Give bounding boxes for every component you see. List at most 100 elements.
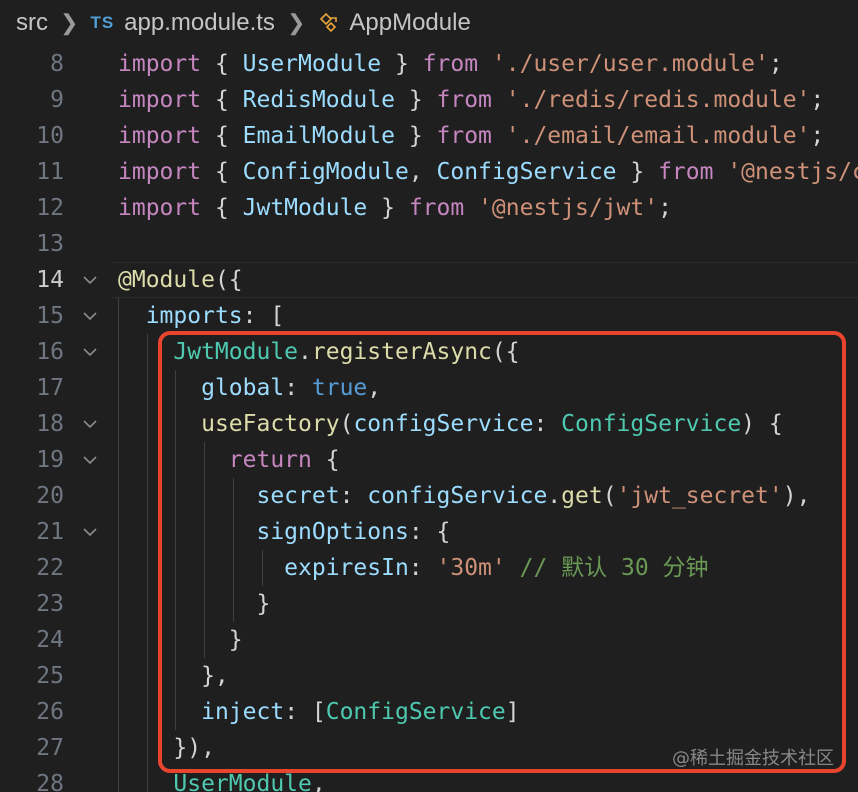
code-token: : [ [242, 303, 285, 329]
code-text: import { EmailModule } from './email/ema… [118, 118, 824, 154]
code-token: './redis/redis.module' [505, 87, 811, 113]
line-number: 10 [36, 123, 64, 149]
code-token: { [201, 87, 243, 113]
line-number: 8 [50, 51, 64, 77]
fold-chevron-icon[interactable] [82, 524, 98, 540]
code-token: import [118, 195, 202, 221]
code-token: } [381, 51, 423, 77]
typescript-file-icon: TS [90, 13, 115, 32]
code-text: imports: [ [118, 298, 284, 334]
code-token: { [228, 267, 243, 293]
fold-chevron-icon[interactable] [82, 344, 98, 360]
code-token: from [422, 51, 479, 77]
code-text: import { JwtModule } from '@nestjs/jwt'; [118, 190, 672, 226]
line-number: 18 [36, 411, 64, 437]
code-line[interactable]: 12 import { JwtModule } from '@nestjs/jwt… [0, 190, 858, 226]
symbol-class-icon [320, 12, 338, 33]
breadcrumb-file[interactable]: app.module.ts [124, 9, 275, 37]
line-number: 24 [36, 627, 64, 653]
code-token: './user/user.module' [491, 51, 769, 77]
fold-chevron-icon[interactable] [82, 452, 98, 468]
code-token: JwtModule [242, 195, 368, 221]
line-number: 9 [50, 87, 64, 113]
line-number: 21 [36, 519, 64, 545]
line-number: 27 [36, 735, 64, 761]
code-token: { [201, 51, 243, 77]
code-token: { [201, 123, 243, 149]
code-token: '@nestjs/jwt' [478, 195, 659, 221]
code-token: ; [810, 87, 825, 113]
code-line[interactable]: 14 @Module({ [0, 262, 858, 298]
code-token: ; [768, 51, 783, 77]
code-token: ; [810, 123, 825, 149]
line-number: 11 [36, 159, 64, 185]
code-token: from [436, 87, 492, 113]
code-token: , [311, 771, 326, 792]
code-text: import { UserModule } from './user/user.… [118, 46, 783, 82]
code-token: '@nestjs/config' [727, 159, 858, 185]
code-token: import [118, 159, 202, 185]
breadcrumb-folder[interactable]: src [16, 9, 48, 37]
code-token: from [408, 195, 465, 221]
code-token: from [436, 123, 492, 149]
line-number: 25 [36, 663, 64, 689]
breadcrumb-symbol[interactable]: AppModule [349, 9, 470, 37]
code-token: } [394, 123, 437, 149]
line-number: 20 [36, 483, 64, 509]
line-number: 13 [36, 231, 64, 257]
line-number: 19 [36, 447, 64, 473]
code-token: ( [214, 267, 229, 293]
fold-chevron-icon[interactable] [82, 272, 98, 288]
fold-chevron-icon[interactable] [82, 416, 98, 432]
code-token: { [201, 195, 243, 221]
highlight-annotation [158, 331, 846, 773]
code-line[interactable]: 10 import { EmailModule } from './email/e… [0, 118, 858, 154]
line-number: 12 [36, 195, 64, 221]
code-token: UserModule [242, 51, 382, 77]
code-line[interactable]: 15 imports: [ [0, 298, 858, 334]
line-number: 26 [36, 699, 64, 725]
fold-chevron-icon[interactable] [82, 308, 98, 324]
line-number: 28 [36, 771, 64, 792]
code-token: import [118, 51, 202, 77]
code-token: RedisModule [242, 87, 395, 113]
code-text: import { ConfigModule, ConfigService } f… [118, 154, 858, 190]
code-token: EmailModule [242, 123, 395, 149]
code-line[interactable]: 9 import { RedisModule } from './redis/re… [0, 82, 858, 118]
line-number: 16 [36, 339, 64, 365]
code-line[interactable]: 8 import { UserModule } from './user/user… [0, 46, 858, 82]
code-token: } [616, 159, 659, 185]
code-token: } [394, 87, 437, 113]
code-token: imports [145, 303, 243, 329]
code-token: UserModule [173, 771, 312, 792]
code-token: ConfigModule [242, 159, 409, 185]
line-number: 23 [36, 591, 64, 617]
code-token: } [367, 195, 409, 221]
code-token: from [658, 159, 714, 185]
line-number: 22 [36, 555, 64, 581]
chevron-right-icon: ❯ [286, 10, 306, 35]
code-line[interactable]: 11 import { ConfigModule, ConfigService }… [0, 154, 858, 190]
code-token: ; [658, 195, 672, 221]
chevron-right-icon: ❯ [60, 10, 79, 35]
line-number: 15 [36, 303, 64, 329]
line-number: 14 [36, 267, 64, 293]
code-token: , [408, 159, 437, 185]
line-number: 17 [36, 375, 64, 401]
code-token: import [118, 123, 202, 149]
code-line[interactable]: 13 [0, 226, 858, 262]
code-token: ConfigService [436, 159, 617, 185]
code-token: @Module [118, 267, 215, 293]
code-token: import [118, 87, 202, 113]
code-token: './email/email.module' [505, 123, 811, 149]
code-token: { [201, 159, 243, 185]
watermark: @稀土掘金技术社区 [672, 748, 834, 769]
code-text: import { RedisModule } from './redis/red… [118, 82, 824, 118]
breadcrumb: src ❯ TS app.module.ts ❯ AppModule [0, 0, 858, 46]
